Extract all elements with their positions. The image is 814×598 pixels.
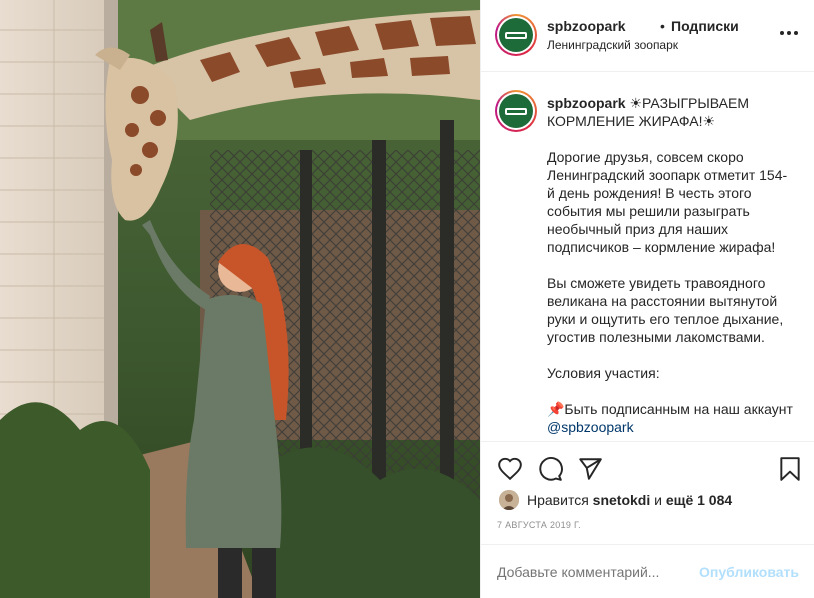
zoo-logo-icon <box>499 94 533 128</box>
follow-status-button[interactable]: Подписки <box>671 18 739 34</box>
mention-link[interactable]: @spbzoopark <box>547 419 634 435</box>
caption-paragraph: Условия участия: <box>547 365 660 381</box>
share-icon[interactable] <box>577 456 603 482</box>
comment-box: Опубликовать <box>481 544 814 598</box>
likes-count-button[interactable]: ещё 1 084 <box>666 492 732 508</box>
post-header: spbzoopark • Подписки Ленинградский зооп… <box>481 0 814 72</box>
caption-text: spbzoopark ☀РАЗЫГРЫВАЕМ КОРМЛЕНИЕ ЖИРАФА… <box>547 94 793 441</box>
publish-button[interactable]: Опубликовать <box>699 564 799 580</box>
likes-prefix: Нравится <box>527 492 589 508</box>
heart-icon[interactable] <box>497 456 523 482</box>
likes-summary: Нравится snetokdi и ещё 1 084 <box>499 488 732 512</box>
post-date[interactable]: 7 АВГУСТА 2019 Г. <box>497 520 581 530</box>
post-side-panel: spbzoopark • Подписки Ленинградский зооп… <box>480 0 814 598</box>
action-bar <box>481 444 814 492</box>
bookmark-icon[interactable] <box>777 456 803 482</box>
caption-avatar[interactable] <box>495 90 537 132</box>
liker-avatar[interactable] <box>499 490 519 510</box>
caption-paragraph: Вы сможете увидеть травоядного великана … <box>547 275 784 345</box>
post-caption: spbzoopark ☀РАЗЫГРЫВАЕМ КОРМЛЕНИЕ ЖИРАФА… <box>481 72 814 442</box>
caption-username[interactable]: spbzoopark <box>547 95 626 111</box>
more-options-icon[interactable] <box>780 24 798 42</box>
avatar[interactable] <box>495 14 537 56</box>
caption-paragraph: 📌Быть подписанным на наш аккаунт <box>547 401 793 417</box>
photo-image <box>0 0 480 598</box>
post-username[interactable]: spbzoopark <box>547 18 626 34</box>
comment-input[interactable] <box>497 564 697 580</box>
comment-icon[interactable] <box>537 456 563 482</box>
caption-paragraph: Дорогие друзья, совсем скоро Ленинградск… <box>547 149 788 255</box>
post-photo[interactable] <box>0 0 480 598</box>
liker-username[interactable]: snetokdi <box>593 492 651 508</box>
likes-and: и <box>654 492 662 508</box>
post-location[interactable]: Ленинградский зоопарк <box>547 38 678 52</box>
separator-dot: • <box>660 18 665 34</box>
zoo-logo-icon <box>499 18 533 52</box>
